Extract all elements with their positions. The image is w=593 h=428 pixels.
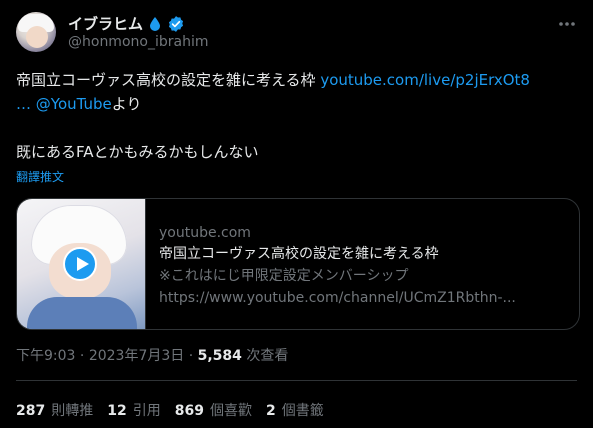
tweet-link-ellipsis[interactable]: … — [16, 95, 31, 113]
stat-label: 引用 — [132, 403, 161, 419]
avatar[interactable] — [16, 12, 56, 52]
views-count: 5,584 — [197, 348, 242, 364]
card-body: youtube.com 帝国立コーヴァス高校の設定を雑に考える枠 ※これはにじ甲… — [159, 223, 569, 309]
tweet-time[interactable]: 下午9:03 — [16, 348, 75, 364]
mention-link[interactable]: @YouTube — [36, 95, 112, 113]
stat-bookmarks[interactable]: 2 個書籤 — [266, 400, 324, 420]
user-handle[interactable]: @honmono_ibrahim — [68, 34, 208, 50]
stat-number: 869 — [174, 403, 204, 419]
card-url: https://www.youtube.com/channel/UCmZ1Rbt… — [159, 290, 516, 306]
meta-separator: · — [79, 348, 85, 364]
views-label: 次查看 — [246, 348, 289, 364]
tweet-paragraph-2: 既にあるFAとかもみるかもしんない — [16, 143, 259, 161]
tweet-main-text: 帝国立コーヴァス高校の設定を雑に考える枠 — [16, 71, 321, 89]
display-name[interactable]: イブラヒム — [68, 13, 143, 34]
tweet-text: 帝国立コーヴァス高校の設定を雑に考える枠 youtube.com/live/p2… — [16, 68, 582, 164]
stat-number: 12 — [107, 403, 127, 419]
stat-retweets[interactable]: 287 則轉推 — [16, 400, 93, 420]
stat-label: 個喜歡 — [209, 403, 252, 419]
tweet-link[interactable]: youtube.com/live/p2jErxOt8 — [320, 71, 530, 89]
card-description: ※これはにじ甲限定設定メンバーシップ — [159, 268, 409, 284]
name-row: イブラヒム — [68, 13, 185, 34]
verified-badge-icon — [168, 15, 184, 32]
stat-label: 則轉推 — [51, 403, 94, 419]
more-options-icon[interactable] — [557, 14, 577, 34]
tweet-date[interactable]: 2023年7月3日 — [89, 348, 184, 364]
stat-label: 個書籤 — [281, 403, 324, 419]
stat-number: 2 — [265, 403, 276, 419]
card-thumbnail[interactable] — [17, 199, 146, 329]
tweet-suffix: より — [111, 95, 142, 113]
play-icon[interactable] — [63, 247, 97, 281]
tweet-header: イブラヒム @honmono_ibrahim — [16, 12, 577, 56]
card-domain: youtube.com — [159, 225, 251, 241]
translate-tweet-link[interactable]: 翻譯推文 — [16, 168, 64, 185]
engagement-stats: 287 則轉推 12 引用 869 個喜歡 2 個書籤 — [16, 400, 324, 420]
stat-number: 287 — [16, 403, 46, 419]
card-title: 帝国立コーヴァス高校の設定を雑に考える枠 — [159, 246, 439, 262]
stat-quotes[interactable]: 12 引用 — [107, 400, 160, 420]
tweet-paragraph-1: 帝国立コーヴァス高校の設定を雑に考える枠 youtube.com/live/p2… — [16, 68, 582, 116]
divider — [16, 380, 577, 381]
link-preview-card[interactable]: youtube.com 帝国立コーヴァス高校の設定を雑に考える枠 ※これはにじ甲… — [16, 198, 580, 330]
tweet-metadata: 下午9:03 · 2023年7月3日 · 5,584 次查看 — [16, 345, 288, 365]
stat-likes[interactable]: 869 個喜歡 — [175, 400, 252, 420]
water-drop-icon — [150, 16, 161, 31]
meta-separator: · — [188, 348, 194, 364]
